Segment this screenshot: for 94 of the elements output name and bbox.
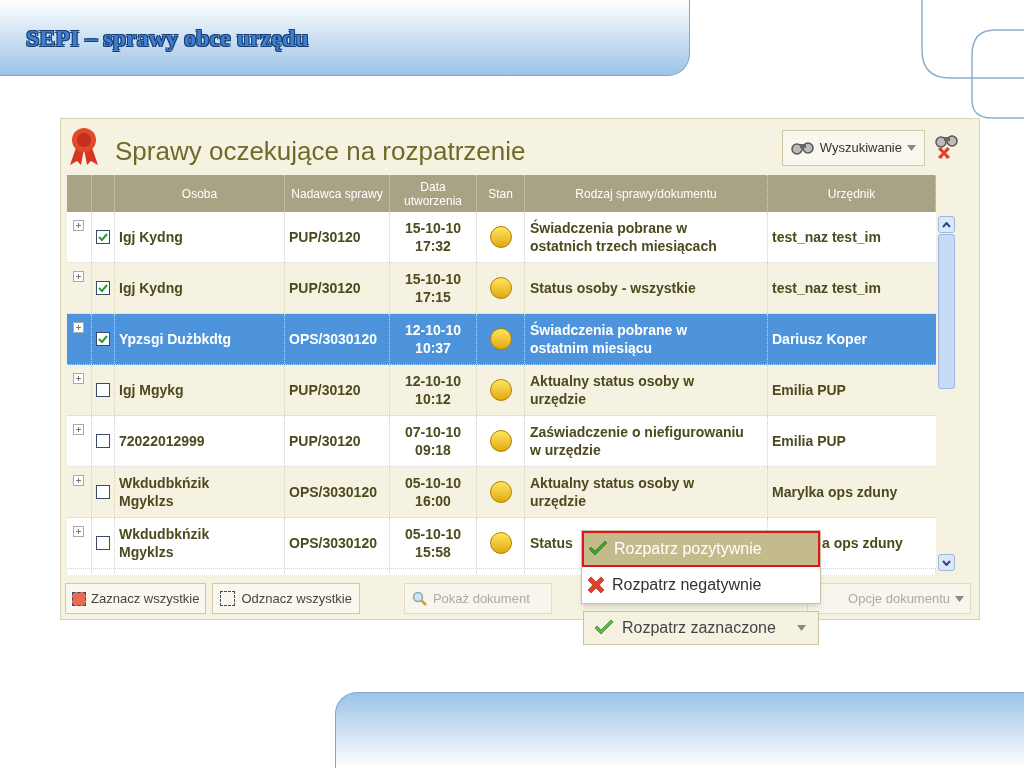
- panel-title: Sprawy oczekujące na rozpatrzenie: [115, 134, 526, 168]
- review-selected-button[interactable]: Rozpatrz zaznaczone: [583, 611, 819, 645]
- caret-icon: [955, 595, 964, 602]
- type-cell-text: Aktualny status osoby w urzędzie: [530, 474, 696, 510]
- clerk-cell: Marylka ops zduny: [772, 483, 898, 501]
- sender-cell: OPS/3030120: [289, 534, 377, 552]
- sender-cell: PUP/30120: [289, 381, 361, 399]
- date-cell: 07-10-10: [404, 423, 461, 441]
- person-cell: Igj Kydng: [119, 228, 183, 246]
- date-cell: 12-10-10: [404, 372, 461, 390]
- cross-icon: [586, 575, 606, 595]
- clerk-cell: Emilia PUP: [772, 381, 846, 399]
- checkbox[interactable]: [96, 332, 110, 346]
- binoculars-icon: [790, 141, 815, 155]
- person-cell: Igj Mgykg: [119, 381, 184, 399]
- clerk-cell: Emilia PUP: [772, 432, 846, 450]
- sender-cell: OPS/3030120: [289, 483, 377, 501]
- table-row[interactable]: 72022012999 PUP/30120 07-10-10 09:18 Zaświadczenie o niefigurowaniu w urzędzie Emilia PUP: [67, 416, 936, 467]
- expand-icon[interactable]: [73, 475, 84, 486]
- time-cell: 15:58: [415, 543, 451, 561]
- sender-cell: PUP/30120: [289, 432, 361, 450]
- time-cell: 10:12: [415, 390, 451, 408]
- column-header: Data utworzenia: [403, 179, 463, 208]
- date-cell: 05-10-10: [404, 474, 461, 492]
- person-cell-text: Wkdudbkńzik Mgyklzs: [119, 474, 211, 510]
- status-icon: [489, 379, 512, 401]
- column-header: Urzędnik: [826, 186, 877, 201]
- time-cell: 09:18: [415, 441, 451, 459]
- type-cell-text: Świadczenia pobrane w ostatnim miesiącu: [530, 321, 689, 357]
- person-cell: Ypzsgi Dużbkdtg: [119, 330, 231, 348]
- table-row[interactable]: Wkdudbkńzik Mgyklzs OPS/3030120 05-10-10 16:00 Aktualny status osoby w urzędzie Marylka ops zduny: [67, 467, 936, 518]
- time-cell: 17:15: [415, 288, 451, 306]
- column-header: Stan: [487, 186, 514, 201]
- expand-icon[interactable]: [73, 322, 84, 333]
- sender-cell: OPS/3030120: [289, 330, 377, 348]
- search-icon: [411, 590, 428, 607]
- time-cell: 16:00: [415, 492, 451, 510]
- table-row[interactable]: Igj Kydng PUP/30120 15-10-10 17:15 Status osoby - wszystkie test_naz test_im: [67, 263, 936, 314]
- person-cell: Igj Kydng: [119, 279, 183, 297]
- status-icon: [489, 226, 512, 248]
- clerk-cell: Dariusz Koper: [772, 330, 867, 348]
- clerk-cell: test_naz test_im: [772, 279, 881, 297]
- table-row[interactable]: Igj Mgykg PUP/30120 12-10-10 10:12 Aktualny status osoby w urzędzie Emilia PUP: [67, 365, 936, 416]
- deselect-all-button[interactable]: Odznacz wszystkie: [212, 583, 360, 614]
- expand-icon[interactable]: [73, 424, 84, 435]
- time-cell: 10:37: [415, 339, 451, 357]
- type-cell-text: Świadczenia pobrane w ostatnich trzech miesiącach: [530, 219, 718, 255]
- menu-item[interactable]: Rozpatrz negatywnie: [582, 567, 820, 603]
- caret-icon: [907, 145, 916, 151]
- status-icon: [489, 481, 512, 503]
- type-cell: Status osoby - wszystkie: [530, 279, 696, 297]
- status-icon: [489, 532, 512, 554]
- checkbox[interactable]: [96, 434, 110, 448]
- column-header: Rodzaj sprawy/dokumentu: [574, 186, 718, 201]
- column-header: Nadawca sprawy: [290, 186, 384, 201]
- ribbon-icon: [67, 127, 101, 167]
- checkbox[interactable]: [96, 383, 110, 397]
- sender-cell: PUP/30120: [289, 228, 361, 246]
- status-icon: [489, 430, 512, 452]
- checkbox-icon: [220, 591, 236, 606]
- clerk-cell: test_naz test_im: [772, 228, 881, 246]
- scroll-up-icon[interactable]: [937, 216, 955, 233]
- scroll-down-icon[interactable]: [937, 554, 955, 571]
- status-icon: [489, 277, 512, 299]
- table-row[interactable]: Igj Kydng PUP/30120 15-10-10 17:32 Świadczenia pobrane w ostatnich trzech miesiącach test_naz test_im: [67, 212, 936, 263]
- select-all-button[interactable]: Zaznacz wszystkie: [65, 583, 207, 614]
- checkbox[interactable]: [96, 230, 110, 244]
- status-icon: [489, 328, 512, 350]
- date-cell: 12-10-10: [404, 321, 461, 339]
- slide-title: SEPI – sprawy obce urzędu: [26, 23, 309, 53]
- expand-icon[interactable]: [73, 373, 84, 384]
- expand-icon[interactable]: [73, 526, 84, 537]
- date-cell: 15-10-10: [404, 219, 461, 237]
- date-cell: 05-10-10: [404, 525, 461, 543]
- check-icon: [588, 541, 608, 557]
- date-cell: 15-10-10: [404, 270, 461, 288]
- type-cell-text: Aktualny status osoby w urzędzie: [530, 372, 696, 408]
- clerk-cell: a ops zduny: [822, 534, 903, 552]
- person-cell: 72022012999: [119, 432, 205, 450]
- checkbox[interactable]: [96, 485, 110, 499]
- caret-icon: [797, 625, 806, 631]
- column-header: Osoba: [180, 186, 219, 201]
- expand-icon[interactable]: [73, 271, 84, 282]
- expand-icon[interactable]: [73, 220, 84, 231]
- checkbox[interactable]: [96, 281, 110, 295]
- person-cell-text: Wkdudbkńzik Mgyklzs: [119, 525, 211, 561]
- type-cell-text: Zaświadczenie o niefigurowaniu w urzędzie: [530, 423, 745, 459]
- checkbox[interactable]: [96, 536, 110, 550]
- type-cell: Status: [530, 534, 573, 552]
- search-button[interactable]: Wyszukiwanie: [781, 130, 925, 166]
- time-cell: 17:32: [415, 237, 451, 255]
- sender-cell: PUP/30120: [289, 279, 361, 297]
- checkbox-cross-icon: [72, 591, 86, 606]
- scroll-thumb[interactable]: [937, 234, 955, 389]
